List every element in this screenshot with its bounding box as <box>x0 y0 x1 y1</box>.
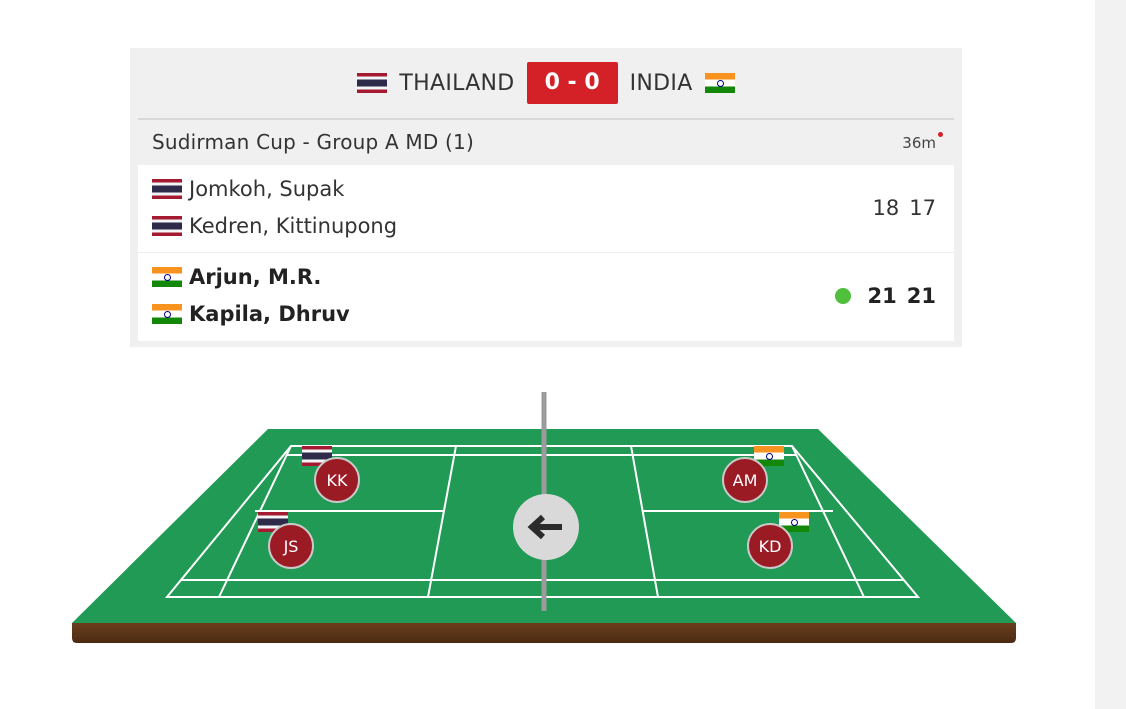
away-team-name: INDIA <box>629 70 693 96</box>
game-scores: 21 21 <box>868 284 936 308</box>
player-row: Jomkoh, Supak <box>152 177 344 201</box>
home-team: THAILAND <box>357 71 526 96</box>
match-header: THAILAND 0 - 0 INDIA <box>130 48 962 118</box>
india-flag-icon <box>704 73 735 93</box>
thailand-flag-icon <box>152 179 182 199</box>
pair-row-india: Arjun, M.R. Kapila, Dhruv 21 21 <box>138 253 954 341</box>
player-name: Arjun, M.R. <box>189 265 322 289</box>
player-row: Kapila, Dhruv <box>152 302 350 326</box>
elapsed-time: 36m <box>902 134 936 152</box>
court-base <box>72 623 1016 643</box>
match-card[interactable]: THAILAND 0 - 0 INDIA Sudirman Cup - Grou… <box>130 48 962 347</box>
player-token[interactable]: JS <box>268 523 314 569</box>
player-row: Arjun, M.R. <box>152 265 321 289</box>
game-score: 17 <box>909 196 936 220</box>
game-score: 18 <box>872 196 900 220</box>
arrow-left-icon <box>527 514 562 540</box>
game-score: 21 <box>906 284 936 308</box>
away-team: INDIA <box>618 71 735 96</box>
game-score: 21 <box>867 284 897 308</box>
match-scoreboard: Jomkoh, Supak Kedren, Kittinupong 18 17 … <box>138 165 954 341</box>
game-scores: 18 17 <box>873 196 936 220</box>
thailand-flag-icon <box>357 73 388 93</box>
player-token[interactable]: KK <box>314 457 360 503</box>
event-row: Sudirman Cup - Group A MD (1) 36m <box>138 120 954 165</box>
player-token[interactable]: AM <box>722 457 768 503</box>
serving-indicator-icon <box>835 288 851 304</box>
thailand-flag-icon <box>152 216 182 236</box>
home-team-name: THAILAND <box>399 70 515 96</box>
india-flag-icon <box>152 304 182 324</box>
india-flag-icon <box>152 267 182 287</box>
player-row: Kedren, Kittinupong <box>152 214 397 238</box>
serve-direction-button[interactable] <box>513 494 579 560</box>
team-score-badge: 0 - 0 <box>526 62 618 104</box>
pair-row-thailand: Jomkoh, Supak Kedren, Kittinupong 18 17 <box>138 165 954 253</box>
event-title: Sudirman Cup - Group A MD (1) <box>152 130 474 154</box>
live-indicator-icon <box>938 132 943 137</box>
page-right-rail <box>1095 0 1126 709</box>
player-name: Kapila, Dhruv <box>189 302 350 326</box>
court-visualization: KK JS AM KD <box>0 380 1095 670</box>
player-token[interactable]: KD <box>747 523 793 569</box>
player-name: Kedren, Kittinupong <box>189 214 398 238</box>
player-name: Jomkoh, Supak <box>189 177 345 201</box>
